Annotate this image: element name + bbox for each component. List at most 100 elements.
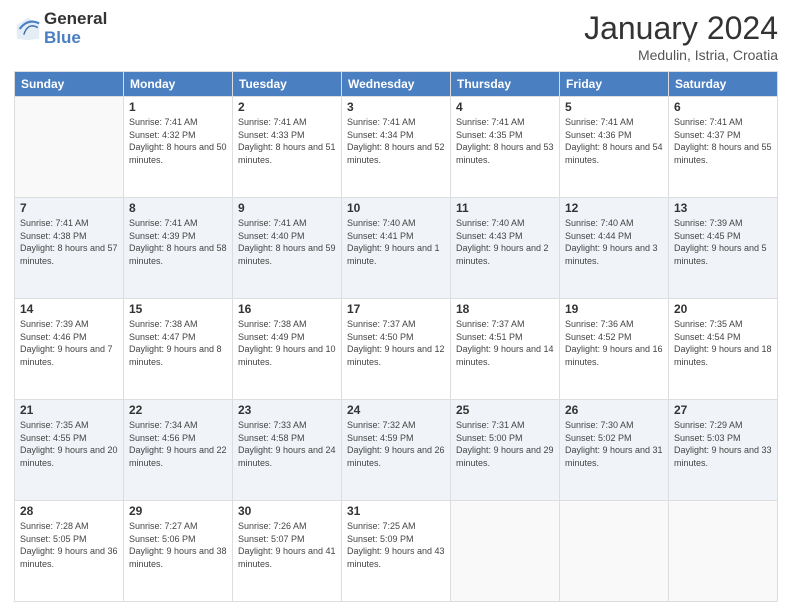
day-number: 1 xyxy=(129,100,227,114)
calendar-cell: 8 Sunrise: 7:41 AMSunset: 4:39 PMDaylight… xyxy=(124,198,233,299)
calendar-week-row: 7 Sunrise: 7:41 AMSunset: 4:38 PMDaylight… xyxy=(15,198,778,299)
calendar-cell: 24 Sunrise: 7:32 AMSunset: 4:59 PMDayligh… xyxy=(342,400,451,501)
day-number: 11 xyxy=(456,201,554,215)
calendar-cell: 28 Sunrise: 7:28 AMSunset: 5:05 PMDayligh… xyxy=(15,501,124,602)
day-number: 23 xyxy=(238,403,336,417)
day-info: Sunrise: 7:39 AMSunset: 4:45 PMDaylight:… xyxy=(674,217,772,267)
logo-text: General Blue xyxy=(44,10,107,47)
calendar-table: SundayMondayTuesdayWednesdayThursdayFrid… xyxy=(14,71,778,602)
day-number: 6 xyxy=(674,100,772,114)
calendar-cell: 12Sunrise: 7:40 AMSunset: 4:44 PMDayligh… xyxy=(560,198,669,299)
calendar-cell: 10Sunrise: 7:40 AMSunset: 4:41 PMDayligh… xyxy=(342,198,451,299)
day-info: Sunrise: 7:29 AMSunset: 5:03 PMDaylight:… xyxy=(674,419,772,469)
day-number: 13 xyxy=(674,201,772,215)
calendar-cell: 11 Sunrise: 7:40 AMSunset: 4:43 PMDayligh… xyxy=(451,198,560,299)
calendar-week-row: 1 Sunrise: 7:41 AMSunset: 4:32 PMDaylight… xyxy=(15,97,778,198)
day-number: 4 xyxy=(456,100,554,114)
day-number: 31 xyxy=(347,504,445,518)
day-number: 16 xyxy=(238,302,336,316)
day-info: Sunrise: 7:35 AMSunset: 4:55 PMDaylight:… xyxy=(20,419,118,469)
calendar-cell: 31 Sunrise: 7:25 AMSunset: 5:09 PMDayligh… xyxy=(342,501,451,602)
day-info: Sunrise: 7:26 AMSunset: 5:07 PMDaylight:… xyxy=(238,520,336,570)
calendar-week-row: 28 Sunrise: 7:28 AMSunset: 5:05 PMDayligh… xyxy=(15,501,778,602)
day-info: Sunrise: 7:41 AMSunset: 4:40 PMDaylight:… xyxy=(238,217,336,267)
day-info: Sunrise: 7:41 AMSunset: 4:32 PMDaylight:… xyxy=(129,116,227,166)
calendar-cell xyxy=(451,501,560,602)
calendar-cell: 4 Sunrise: 7:41 AMSunset: 4:35 PMDaylight… xyxy=(451,97,560,198)
calendar-cell: 9 Sunrise: 7:41 AMSunset: 4:40 PMDaylight… xyxy=(233,198,342,299)
day-info: Sunrise: 7:41 AMSunset: 4:38 PMDaylight:… xyxy=(20,217,118,267)
calendar-cell: 20 Sunrise: 7:35 AMSunset: 4:54 PMDayligh… xyxy=(669,299,778,400)
day-number: 26 xyxy=(565,403,663,417)
calendar-cell: 18 Sunrise: 7:37 AMSunset: 4:51 PMDayligh… xyxy=(451,299,560,400)
calendar-cell xyxy=(15,97,124,198)
day-info: Sunrise: 7:41 AMSunset: 4:34 PMDaylight:… xyxy=(347,116,445,166)
logo-icon xyxy=(14,15,42,43)
day-number: 15 xyxy=(129,302,227,316)
page: General Blue January 2024 Medulin, Istri… xyxy=(0,0,792,612)
day-number: 22 xyxy=(129,403,227,417)
calendar-cell: 26 Sunrise: 7:30 AMSunset: 5:02 PMDayligh… xyxy=(560,400,669,501)
calendar-cell xyxy=(669,501,778,602)
day-info: Sunrise: 7:38 AMSunset: 4:47 PMDaylight:… xyxy=(129,318,227,368)
day-number: 7 xyxy=(20,201,118,215)
title-block: January 2024 Medulin, Istria, Croatia xyxy=(584,10,778,63)
calendar-cell: 14Sunrise: 7:39 AMSunset: 4:46 PMDayligh… xyxy=(15,299,124,400)
day-number: 28 xyxy=(20,504,118,518)
calendar-cell: 13 Sunrise: 7:39 AMSunset: 4:45 PMDayligh… xyxy=(669,198,778,299)
day-info: Sunrise: 7:41 AMSunset: 4:39 PMDaylight:… xyxy=(129,217,227,267)
day-number: 25 xyxy=(456,403,554,417)
calendar-cell: 3Sunrise: 7:41 AMSunset: 4:34 PMDaylight… xyxy=(342,97,451,198)
day-info: Sunrise: 7:34 AMSunset: 4:56 PMDaylight:… xyxy=(129,419,227,469)
calendar-cell: 25Sunrise: 7:31 AMSunset: 5:00 PMDayligh… xyxy=(451,400,560,501)
day-info: Sunrise: 7:40 AMSunset: 4:44 PMDaylight:… xyxy=(565,217,663,267)
calendar-week-row: 21 Sunrise: 7:35 AMSunset: 4:55 PMDayligh… xyxy=(15,400,778,501)
calendar-cell: 19Sunrise: 7:36 AMSunset: 4:52 PMDayligh… xyxy=(560,299,669,400)
day-info: Sunrise: 7:32 AMSunset: 4:59 PMDaylight:… xyxy=(347,419,445,469)
calendar-cell: 7 Sunrise: 7:41 AMSunset: 4:38 PMDaylight… xyxy=(15,198,124,299)
day-number: 8 xyxy=(129,201,227,215)
logo: General Blue xyxy=(14,10,107,47)
main-title: January 2024 xyxy=(584,10,778,47)
logo-blue: Blue xyxy=(44,29,107,48)
day-number: 17 xyxy=(347,302,445,316)
day-info: Sunrise: 7:28 AMSunset: 5:05 PMDaylight:… xyxy=(20,520,118,570)
day-number: 18 xyxy=(456,302,554,316)
calendar-header-tuesday: Tuesday xyxy=(233,72,342,97)
calendar-week-row: 14Sunrise: 7:39 AMSunset: 4:46 PMDayligh… xyxy=(15,299,778,400)
day-info: Sunrise: 7:25 AMSunset: 5:09 PMDaylight:… xyxy=(347,520,445,570)
calendar-cell: 6 Sunrise: 7:41 AMSunset: 4:37 PMDaylight… xyxy=(669,97,778,198)
calendar-cell: 22 Sunrise: 7:34 AMSunset: 4:56 PMDayligh… xyxy=(124,400,233,501)
day-number: 20 xyxy=(674,302,772,316)
calendar-cell: 21 Sunrise: 7:35 AMSunset: 4:55 PMDayligh… xyxy=(15,400,124,501)
day-info: Sunrise: 7:40 AMSunset: 4:41 PMDaylight:… xyxy=(347,217,445,267)
calendar-cell: 23 Sunrise: 7:33 AMSunset: 4:58 PMDayligh… xyxy=(233,400,342,501)
day-info: Sunrise: 7:36 AMSunset: 4:52 PMDaylight:… xyxy=(565,318,663,368)
day-info: Sunrise: 7:37 AMSunset: 4:50 PMDaylight:… xyxy=(347,318,445,368)
day-info: Sunrise: 7:41 AMSunset: 4:36 PMDaylight:… xyxy=(565,116,663,166)
day-info: Sunrise: 7:38 AMSunset: 4:49 PMDaylight:… xyxy=(238,318,336,368)
day-number: 9 xyxy=(238,201,336,215)
day-number: 30 xyxy=(238,504,336,518)
calendar-header-friday: Friday xyxy=(560,72,669,97)
day-info: Sunrise: 7:27 AMSunset: 5:06 PMDaylight:… xyxy=(129,520,227,570)
day-info: Sunrise: 7:41 AMSunset: 4:35 PMDaylight:… xyxy=(456,116,554,166)
calendar-cell: 29 Sunrise: 7:27 AMSunset: 5:06 PMDayligh… xyxy=(124,501,233,602)
calendar-header-sunday: Sunday xyxy=(15,72,124,97)
day-number: 29 xyxy=(129,504,227,518)
calendar-header-saturday: Saturday xyxy=(669,72,778,97)
day-info: Sunrise: 7:30 AMSunset: 5:02 PMDaylight:… xyxy=(565,419,663,469)
calendar-cell xyxy=(560,501,669,602)
header: General Blue January 2024 Medulin, Istri… xyxy=(14,10,778,63)
day-number: 24 xyxy=(347,403,445,417)
calendar-cell: 1 Sunrise: 7:41 AMSunset: 4:32 PMDaylight… xyxy=(124,97,233,198)
day-info: Sunrise: 7:40 AMSunset: 4:43 PMDaylight:… xyxy=(456,217,554,267)
day-info: Sunrise: 7:41 AMSunset: 4:37 PMDaylight:… xyxy=(674,116,772,166)
day-number: 21 xyxy=(20,403,118,417)
day-info: Sunrise: 7:33 AMSunset: 4:58 PMDaylight:… xyxy=(238,419,336,469)
day-info: Sunrise: 7:35 AMSunset: 4:54 PMDaylight:… xyxy=(674,318,772,368)
calendar-header-thursday: Thursday xyxy=(451,72,560,97)
calendar-cell: 5Sunrise: 7:41 AMSunset: 4:36 PMDaylight… xyxy=(560,97,669,198)
day-info: Sunrise: 7:37 AMSunset: 4:51 PMDaylight:… xyxy=(456,318,554,368)
calendar-cell: 16 Sunrise: 7:38 AMSunset: 4:49 PMDayligh… xyxy=(233,299,342,400)
